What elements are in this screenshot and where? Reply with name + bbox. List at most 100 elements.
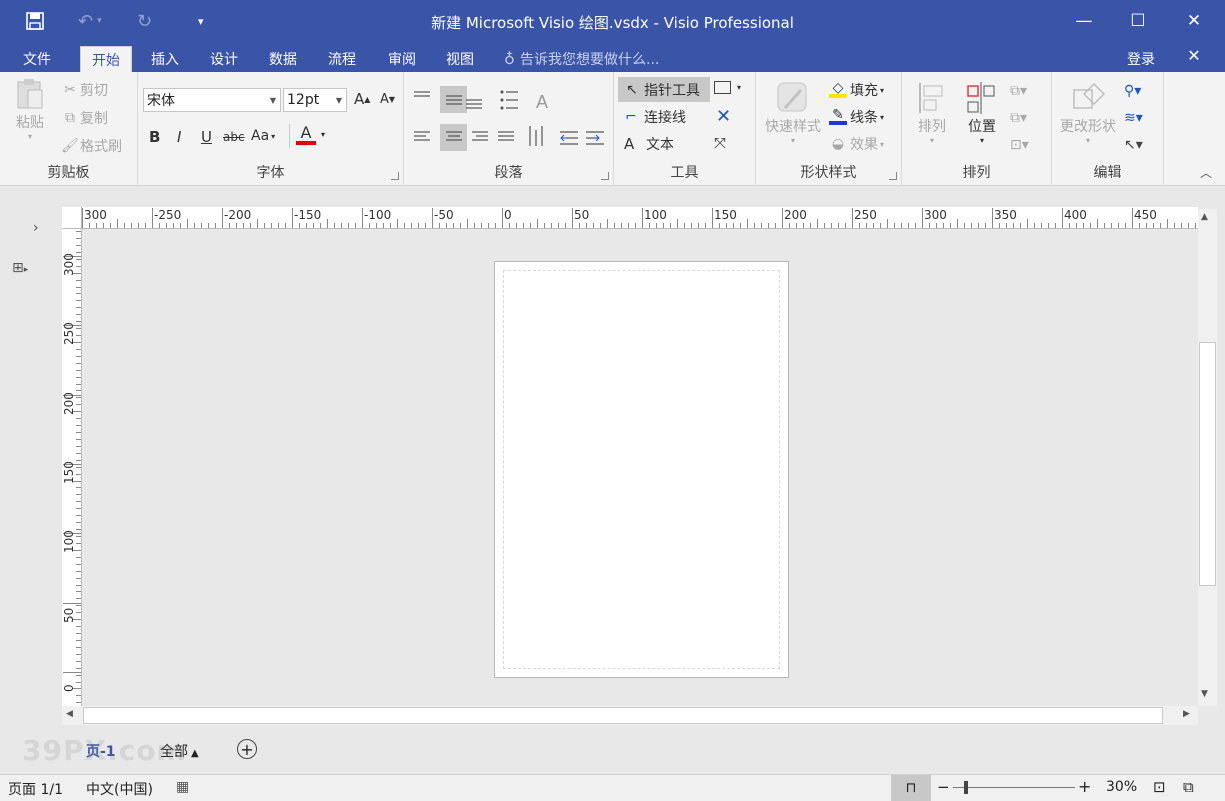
ruler-tick [467, 219, 468, 228]
grow-font-button[interactable]: A ▲ [354, 90, 370, 108]
redo-icon[interactable]: ↻ [137, 0, 152, 42]
font-size-combo[interactable]: 12pt ▼ [283, 88, 347, 112]
ruler-tick [866, 223, 867, 228]
page-number-status[interactable]: 页面 1/1 [8, 779, 63, 799]
zoom-out-icon[interactable]: − [937, 778, 950, 796]
collapse-ribbon-icon[interactable]: ︿ [1200, 164, 1212, 181]
macro-icon[interactable]: ▦ [176, 779, 189, 795]
ruler-tick [831, 223, 832, 228]
delete-connector-icon[interactable]: ✕ [716, 106, 731, 127]
tell-me-box[interactable]: ♁ 告诉我您想要做什么... [504, 46, 659, 72]
title-bar: ↶ ▾ ↻ ▾ 新建 Microsoft Visio 绘图.vsdx - Visi… [0, 0, 1225, 42]
ruler-tick [63, 671, 81, 673]
horizontal-scroll-thumb[interactable] [83, 707, 1163, 724]
fit-page-icon[interactable]: ⊡ [1153, 778, 1166, 796]
strikethrough-button[interactable]: abc [223, 130, 245, 144]
zoom-in-icon[interactable]: + [1078, 777, 1091, 796]
underline-button[interactable]: U [201, 128, 212, 146]
pointer-tool-button[interactable]: ↖ 指针工具 [618, 77, 710, 102]
undo-icon[interactable]: ↶ ▾ [78, 0, 102, 42]
tab-review[interactable]: 审阅 [377, 46, 427, 72]
zoom-slider-thumb[interactable] [964, 781, 968, 794]
group-label: 剪贴板 [47, 165, 90, 181]
bold-button[interactable]: B [149, 128, 160, 146]
close-icon[interactable]: ✕ [1168, 0, 1220, 42]
presentation-mode-icon[interactable]: ⊓ [891, 775, 931, 801]
zoom-slider[interactable] [953, 787, 1075, 788]
italic-button[interactable]: I [177, 128, 181, 146]
sign-in-link[interactable]: 登录 [1116, 46, 1166, 72]
switch-windows-icon[interactable]: ⧉ [1183, 778, 1194, 796]
change-case-button[interactable]: Aa ▾ [251, 128, 275, 144]
close-doc-icon[interactable]: ✕ [1168, 38, 1220, 72]
scroll-down-icon[interactable]: ▼ [1201, 689, 1208, 699]
minimize-icon[interactable]: — [1058, 0, 1110, 42]
ruler-tick [82, 208, 83, 228]
paste-icon [17, 79, 43, 109]
arrange-small-icons[interactable]: ⧉▾ ⧉▾ ⊡▾ [1010, 78, 1029, 159]
expand-shapes-icon[interactable]: › [33, 220, 39, 236]
arrange-button[interactable]: 排列 ▾ [910, 80, 954, 145]
vertical-scroll-thumb[interactable] [1199, 342, 1216, 586]
ruler-label: 150 [62, 460, 76, 484]
paste-button[interactable]: 粘贴 ▾ [12, 78, 48, 141]
scroll-right-icon[interactable]: ▶ [1183, 709, 1190, 719]
fill-button[interactable]: ◇ 填充 ▾ [828, 80, 884, 100]
ruler-tick [1020, 223, 1021, 228]
rectangle-tool-button[interactable]: ▾ [714, 81, 741, 94]
ruler-tick [1083, 223, 1084, 228]
ruler-tick [348, 223, 349, 228]
shapes-stencil-icon[interactable]: ⊞▸ [12, 260, 28, 276]
dialog-launcher-icon[interactable] [889, 172, 897, 180]
ruler-tick [929, 223, 930, 228]
group-label: 排列 [962, 165, 991, 181]
group-paragraph: A 段落 [404, 72, 614, 186]
connection-point-icon[interactable]: ⤧ [714, 134, 726, 152]
line-button[interactable]: ✎ 线条 ▾ [828, 107, 884, 127]
group-label: 字体 [256, 165, 285, 181]
connector-button[interactable]: ⌐ 连接线 [622, 107, 686, 127]
ruler-tick [76, 418, 81, 420]
tab-file[interactable]: 文件 [12, 46, 62, 72]
quick-styles-button[interactable]: 快速样式 ▾ [760, 80, 826, 145]
text-tool-button[interactable]: A 文本 [624, 134, 674, 154]
font-color-button[interactable]: A [296, 124, 316, 145]
effects-button[interactable]: ◒ 效果 ▾ [828, 134, 884, 154]
ruler-tick [726, 223, 727, 228]
ruler-tick [789, 223, 790, 228]
ruler-tick [446, 223, 447, 228]
dialog-launcher-icon[interactable] [391, 172, 399, 180]
customize-qat-icon[interactable]: ▾ [198, 0, 204, 42]
ruler-tick [299, 223, 300, 228]
chevron-down-icon[interactable]: ▾ [321, 130, 325, 139]
ruler-tick [754, 223, 755, 228]
zoom-level[interactable]: 30% [1106, 779, 1137, 795]
find-icons[interactable]: ⚲▾ ≋▾ ↖▾ [1124, 78, 1143, 159]
drawing-page[interactable] [494, 261, 789, 678]
tab-insert[interactable]: 插入 [140, 46, 190, 72]
dialog-launcher-icon[interactable] [601, 172, 609, 180]
ruler-tick [922, 208, 923, 228]
save-icon[interactable] [26, 0, 44, 42]
tab-process[interactable]: 流程 [317, 46, 367, 72]
tab-design[interactable]: 设计 [199, 46, 249, 72]
format-painter-button[interactable]: 🖌 格式刷 [60, 136, 122, 156]
tab-view[interactable]: 视图 [435, 46, 485, 72]
horizontal-scrollbar[interactable]: ◀ ▶ [62, 706, 1198, 725]
ruler-tick [516, 223, 517, 228]
add-page-icon[interactable]: + [237, 739, 257, 759]
copy-button[interactable]: ⧉ 复制 [60, 108, 108, 128]
language-status[interactable]: 中文(中国) [86, 779, 153, 799]
tab-home[interactable]: 开始 [80, 46, 132, 72]
shrink-font-button[interactable]: A ▼ [380, 92, 395, 107]
tab-data[interactable]: 数据 [258, 46, 308, 72]
cut-button[interactable]: ✂ 剪切 [60, 80, 108, 100]
position-button[interactable]: 位置 ▾ [960, 80, 1004, 145]
scroll-left-icon[interactable]: ◀ [66, 709, 73, 719]
maximize-icon[interactable]: ☐ [1112, 0, 1164, 42]
change-shape-button[interactable]: 更改形状 ▾ [1056, 80, 1120, 145]
scroll-up-icon[interactable]: ▲ [1201, 212, 1208, 222]
ruler-tick [978, 223, 979, 228]
vertical-scrollbar[interactable]: ▲ ▼ [1198, 209, 1217, 706]
font-name-combo[interactable]: 宋体 ▼ [143, 88, 281, 112]
